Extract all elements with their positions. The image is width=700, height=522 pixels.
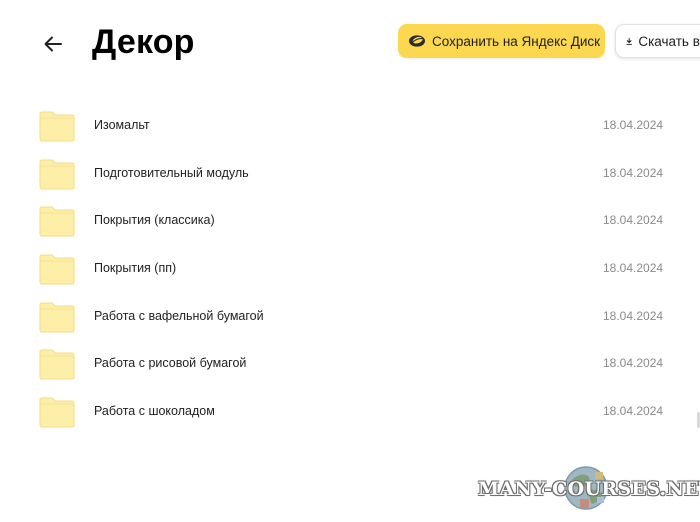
file-row[interactable]: Изомальт 18.04.2024 — [0, 102, 700, 150]
file-date: 18.04.2024 — [603, 356, 664, 371]
file-name: Покрытия (пп) — [94, 261, 177, 276]
file-row[interactable]: Подготовительный модуль 18.04.2024 — [0, 150, 700, 198]
folder-icon — [39, 349, 75, 380]
watermark: MANY-COURSES.NET — [478, 462, 700, 514]
folder-icon — [39, 254, 75, 285]
file-row[interactable]: Работа с рисовой бумагой 18.04.2024 — [0, 340, 700, 388]
file-date: 18.04.2024 — [603, 213, 664, 228]
file-row[interactable]: Покрытия (классика) 18.04.2024 — [0, 197, 700, 245]
file-row[interactable]: Работа с вафельной бумагой 18.04.2024 — [0, 293, 700, 341]
file-date: 18.04.2024 — [603, 308, 664, 323]
file-date: 18.04.2024 — [603, 261, 664, 276]
folder-icon — [39, 302, 75, 333]
file-name: Изомальт — [94, 118, 150, 132]
file-list: Изомальт 18.04.2024 Подготовительный мод… — [0, 102, 700, 436]
page-title: Декор — [92, 23, 195, 61]
file-name: Подготовительный модуль — [94, 165, 249, 180]
back-button[interactable] — [38, 30, 68, 58]
file-name: Работа с вафельной бумагой — [94, 308, 264, 323]
watermark-text: MANY-COURSES.NET — [478, 478, 700, 500]
page: Декор Сохранить на Яндекс Диск Скачать в… — [0, 0, 700, 522]
folder-icon — [39, 397, 75, 428]
file-date: 18.04.2024 — [603, 165, 664, 180]
file-date: 18.04.2024 — [603, 404, 664, 419]
save-button-label: Сохранить на Яндекс Диск — [432, 33, 601, 49]
file-name: Работа с шоколадом — [94, 404, 215, 419]
file-name: Покрытия (классика) — [94, 213, 215, 228]
folder-icon — [39, 206, 75, 237]
download-all-button[interactable]: Скачать все — [615, 24, 700, 58]
folder-icon — [39, 111, 75, 142]
yandex-disk-icon — [409, 35, 425, 47]
file-row[interactable]: Покрытия (пп) 18.04.2024 — [0, 245, 700, 293]
download-button-label: Скачать все — [638, 33, 700, 49]
file-date: 18.04.2024 — [603, 118, 664, 132]
file-name: Работа с рисовой бумагой — [94, 356, 247, 371]
arrow-left-icon — [44, 36, 62, 52]
folder-icon — [39, 159, 75, 190]
download-icon — [626, 37, 632, 45]
save-to-yandex-disk-button[interactable]: Сохранить на Яндекс Диск — [398, 24, 605, 58]
file-row[interactable]: Работа с шоколадом 18.04.2024 — [0, 388, 700, 436]
